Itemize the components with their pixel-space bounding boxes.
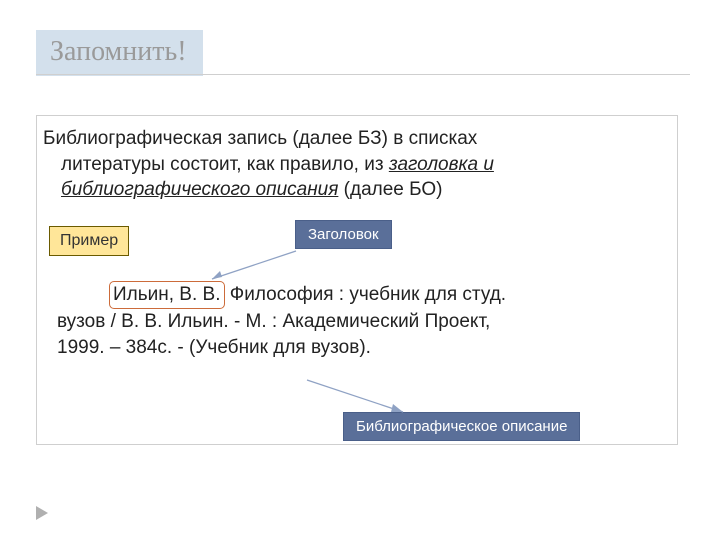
entry-line2: вузов / В. В. Ильин. - М. : Академически… bbox=[57, 311, 490, 332]
intro-line3: библиографического описания (далее БО) bbox=[61, 177, 667, 203]
intro-line2b: заголовка и bbox=[389, 154, 494, 175]
example-tag-text: Пример bbox=[60, 232, 118, 249]
intro-line2: литературы состоит, как правило, из заго… bbox=[61, 152, 667, 178]
entry-rest1: Философия : учебник для студ. bbox=[225, 284, 507, 305]
slide-title-text: Запомнить! bbox=[50, 36, 187, 67]
title-underline bbox=[36, 74, 690, 75]
intro-line3b: (далее БО) bbox=[338, 179, 442, 200]
bibliography-entry: Ильин, В. В. Философия : учебник для сту… bbox=[57, 281, 657, 362]
intro-line2a: литературы состоит, как правило, из bbox=[61, 154, 389, 175]
heading-tag-text: Заголовок bbox=[308, 226, 379, 243]
entry-line1: Ильин, В. В. Философия : учебник для сту… bbox=[57, 281, 657, 309]
author-heading: Ильин, В. В. bbox=[109, 281, 225, 309]
example-tag: Пример bbox=[49, 226, 129, 256]
entry-line3: 1999. – 384с. - (Учебник для вузов). bbox=[57, 337, 371, 358]
description-tag: Библиографическое описание bbox=[343, 412, 580, 441]
intro-line1: Библиографическая запись (далее БЗ) в сп… bbox=[43, 128, 477, 149]
heading-tag: Заголовок bbox=[295, 220, 392, 249]
slide-title: Запомнить! bbox=[36, 30, 203, 76]
intro-text: Библиографическая запись (далее БЗ) в сп… bbox=[43, 126, 667, 203]
play-icon bbox=[36, 506, 48, 520]
description-tag-text: Библиографическое описание bbox=[356, 418, 567, 435]
intro-line3a: библиографического описания bbox=[61, 179, 338, 200]
content-frame: Библиографическая запись (далее БЗ) в сп… bbox=[36, 115, 678, 445]
arrow-to-heading bbox=[204, 249, 298, 283]
